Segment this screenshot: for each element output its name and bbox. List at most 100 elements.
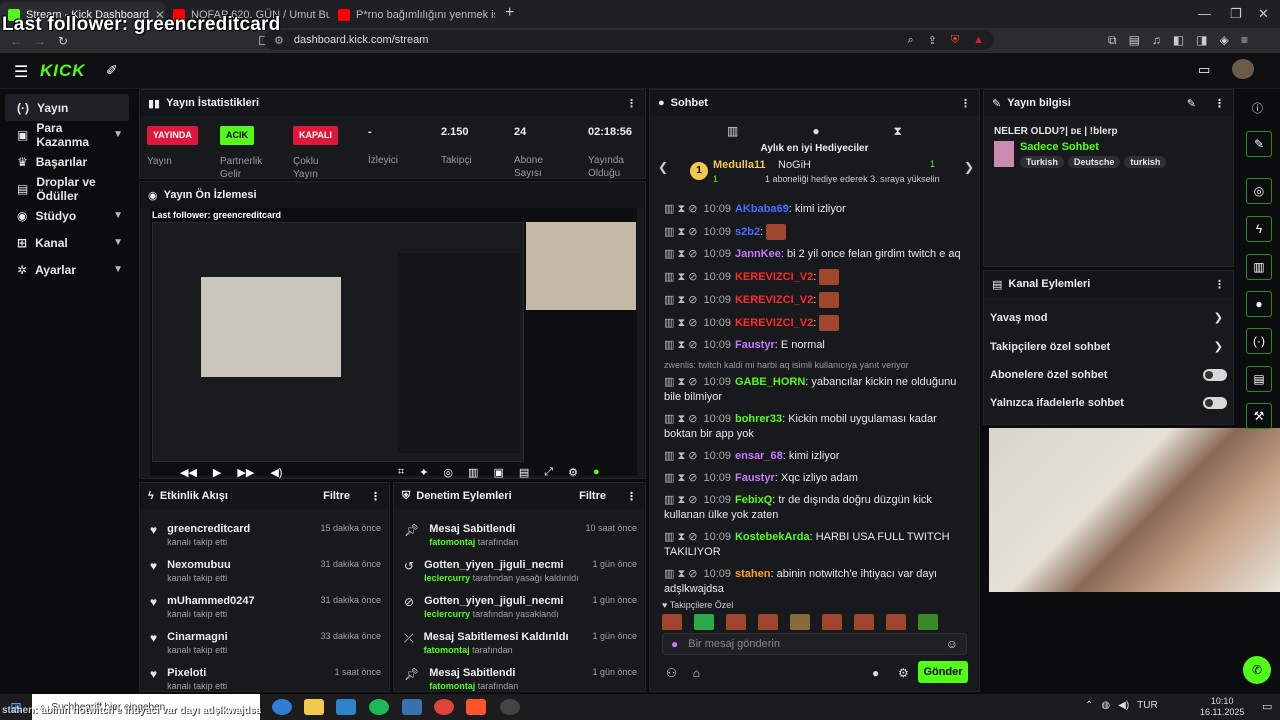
store-icon[interactable]: ⌂ [693, 666, 700, 680]
sidebar-item-para-kazanma[interactable]: ▣ Para Kazanma ▼ [5, 121, 129, 149]
sidebar-item-droplar[interactable]: ▤ Droplar ve Ödüller [5, 175, 129, 203]
new-tab-icon[interactable]: + [495, 4, 524, 28]
filter-button[interactable]: Filtre [323, 490, 350, 502]
filter-button[interactable]: Filtre [579, 490, 606, 502]
tag[interactable]: Turkish [1020, 156, 1064, 168]
chat-rail-icon[interactable]: ● [1246, 291, 1272, 317]
store-taskbar-icon[interactable] [336, 699, 356, 715]
media-icon[interactable]: ♫ [1152, 33, 1161, 48]
browser-tab[interactable]: P*rno bağımlılığını yenmek ister misi✕ [330, 2, 495, 28]
emote[interactable] [758, 614, 778, 630]
people-icon[interactable]: ⚇ [666, 666, 677, 680]
effects-icon[interactable]: ✦ [419, 466, 428, 479]
close-window-icon[interactable]: ✕ [1258, 6, 1269, 22]
more-icon[interactable]: ⋮ [626, 490, 637, 503]
sidebar-item-ayarlar[interactable]: ✲ Ayarlar ▼ [5, 256, 129, 283]
clipboard-icon[interactable]: ▥ [1246, 254, 1272, 280]
screenshot-icon[interactable]: ◎ [1246, 178, 1272, 204]
volume-tray-icon[interactable]: ◀) [1118, 700, 1129, 711]
action-slow-mode[interactable]: Yavaş mod ❯ [984, 297, 1233, 325]
emote[interactable] [918, 614, 938, 630]
chat-input[interactable]: ● Bir mesaj gönderin ☺ [662, 633, 967, 655]
address-bar[interactable]: ⚙ dashboard.kick.com/stream ⌕ ⇪ ⛨ ▲ [264, 30, 994, 50]
theater-icon[interactable]: ▤ [519, 466, 529, 479]
edit-layout-icon[interactable]: ✎ [1246, 131, 1272, 157]
action-followers-only[interactable]: Takipçilere özel sohbet ❯ [984, 324, 1233, 354]
extensions-icon[interactable]: ⧉ [1108, 33, 1117, 48]
menu-icon[interactable]: ≡ [1241, 33, 1248, 48]
network-icon[interactable]: ◍ [1101, 700, 1110, 711]
vpn-icon[interactable]: ◈ [1220, 33, 1229, 48]
crop-icon[interactable]: ⌗ [398, 466, 404, 479]
trash-icon[interactable]: ▥ [727, 124, 738, 139]
more-icon[interactable]: ⋮ [1214, 97, 1225, 110]
rewind-icon[interactable]: ◀◀ [180, 466, 197, 479]
maximize-icon[interactable]: ❐ [1230, 6, 1242, 22]
more-icon[interactable]: ⋮ [960, 97, 971, 110]
play-icon[interactable]: ▶ [213, 466, 221, 479]
chevron-left-icon[interactable]: ❮ [658, 160, 668, 174]
emote[interactable] [854, 614, 874, 630]
chat-settings-icon[interactable]: ⚙ [898, 666, 909, 680]
sidebar-toggle-icon[interactable]: ◧ [1173, 33, 1184, 48]
delete-icon[interactable]: ▥ [468, 466, 478, 479]
language-indicator[interactable]: TUR [1137, 700, 1158, 711]
message-icon[interactable]: ● [812, 124, 819, 139]
edge-icon[interactable] [272, 699, 292, 715]
emote[interactable] [886, 614, 906, 630]
lightning-icon[interactable]: ϟ [1246, 216, 1272, 242]
more-icon[interactable]: ⋮ [370, 490, 381, 503]
tag[interactable]: turkish [1124, 156, 1167, 168]
emote[interactable] [726, 614, 746, 630]
settings-icon[interactable]: ⚙ [568, 466, 578, 479]
studio-mode-icon[interactable]: ▭ [1198, 62, 1210, 78]
emote-only-toggle[interactable] [1203, 397, 1227, 409]
emote[interactable] [790, 614, 810, 630]
sidebar-item-yayin[interactable]: (·) Yayın [5, 94, 129, 121]
forward-icon[interactable]: ▶▶ [237, 466, 254, 479]
hourglass-icon[interactable]: ⧗ [894, 124, 902, 139]
emoji-icon[interactable]: ☺ [946, 637, 958, 651]
sidebar-item-basarilar[interactable]: ♛ Başarılar [5, 148, 129, 175]
layout-rail-icon[interactable]: ▤ [1246, 366, 1272, 392]
spotify-icon[interactable] [369, 699, 389, 715]
emote[interactable] [662, 614, 682, 630]
obs-icon[interactable] [500, 699, 520, 715]
brave-rewards-icon[interactable]: ▲ [973, 34, 984, 47]
emote[interactable] [822, 614, 842, 630]
hamburger-icon[interactable]: ☰ [14, 62, 28, 82]
pip-icon[interactable]: ▣ [493, 466, 503, 479]
chrome-icon[interactable] [434, 699, 454, 715]
help-chat-icon[interactable]: ✆ [1243, 656, 1271, 684]
brave-icon[interactable] [466, 699, 486, 715]
share-icon[interactable]: ⇪ [928, 34, 937, 47]
wallet-icon[interactable]: ◨ [1196, 33, 1207, 48]
sidebar-item-studyo[interactable]: ◉ Stüdyo ▼ [5, 202, 129, 229]
send-button[interactable]: Gönder [918, 661, 968, 683]
fullscreen-icon[interactable]: ⤢ [544, 466, 553, 479]
kick-logo[interactable]: KICK [40, 61, 86, 81]
tools-rail-icon[interactable]: ⚒ [1246, 403, 1272, 429]
emote[interactable] [694, 614, 714, 630]
more-icon[interactable]: ⋮ [1214, 278, 1225, 291]
notifications-icon[interactable]: ▭ [1262, 700, 1272, 713]
more-icon[interactable]: ⋮ [626, 97, 637, 110]
category-link[interactable]: Sadece Sohbet [1020, 141, 1166, 153]
sidebar-item-kanal[interactable]: ⊞ Kanal ▼ [5, 229, 129, 256]
calculator-icon[interactable] [402, 699, 422, 715]
tray-arrow-icon[interactable]: ⌃ [1085, 700, 1093, 711]
reader-icon[interactable]: ▤ [1129, 33, 1140, 48]
volume-icon[interactable]: ◀) [270, 466, 282, 479]
stream-preview-video[interactable]: Last follower: greencreditcard ◀◀ ▶ ▶▶ ◀) ⌗… [150, 208, 637, 479]
avatar[interactable] [1232, 59, 1254, 79]
broadcast-rail-icon[interactable]: (·) [1246, 328, 1272, 354]
explorer-icon[interactable] [304, 699, 324, 715]
zoom-icon[interactable]: ⌕ [907, 34, 913, 47]
info-icon[interactable]: ⓘ [1252, 100, 1263, 116]
subscribers-only-toggle[interactable] [1203, 369, 1227, 381]
clock[interactable]: 10:10 16.11.2025 [1200, 696, 1244, 718]
chat-bubble-icon[interactable]: ● [872, 666, 879, 680]
camera-icon[interactable]: ◎ [443, 466, 453, 479]
edit-icon[interactable]: ✎ [1187, 97, 1196, 110]
mic-icon[interactable]: ● [671, 637, 678, 651]
